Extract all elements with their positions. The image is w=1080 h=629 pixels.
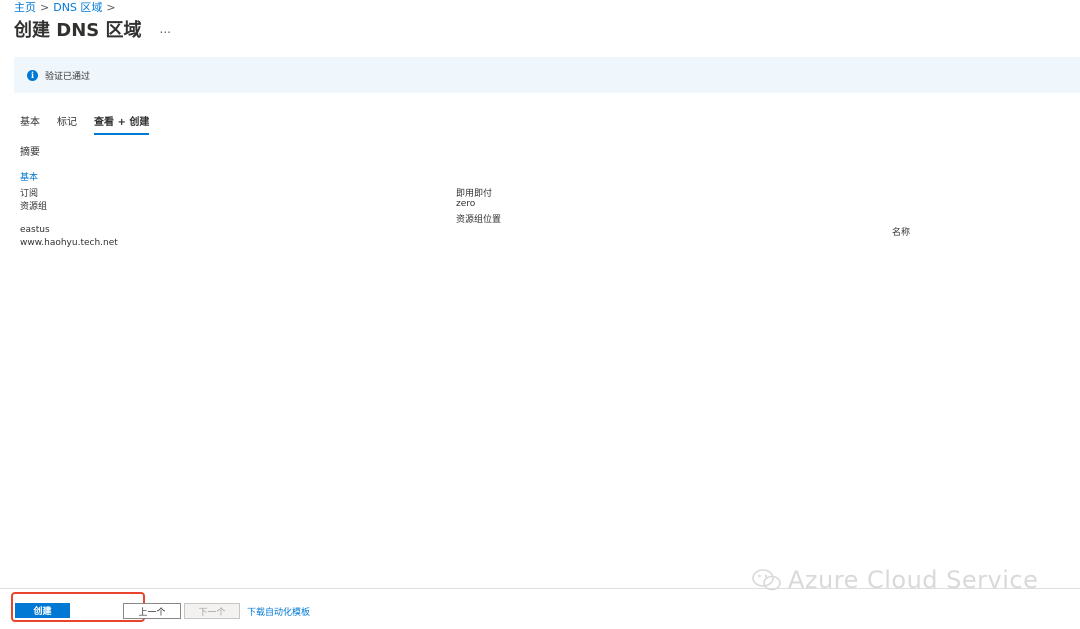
subscription-value: 即用即付 bbox=[456, 189, 493, 199]
title-row: 创建 DNS 区域 ... bbox=[14, 16, 171, 42]
summary-heading: 摘要 bbox=[20, 147, 40, 158]
name-label: 名称 bbox=[892, 228, 911, 238]
wechat-icon bbox=[752, 569, 781, 591]
breadcrumb-separator: > bbox=[40, 0, 50, 14]
next-button: 下一个 bbox=[184, 603, 240, 619]
page-title: 创建 DNS 区域 bbox=[14, 20, 142, 41]
validation-message: 验证已通过 bbox=[45, 71, 91, 82]
info-icon: i bbox=[27, 69, 38, 81]
previous-button[interactable]: 上一个 bbox=[123, 603, 181, 619]
watermark-text: Azure Cloud Service bbox=[788, 566, 1039, 594]
tab-tags[interactable]: 标记 bbox=[57, 113, 77, 135]
tab-bar: 基本 标记 查看 + 创建 bbox=[20, 113, 150, 135]
resource-group-label: 资源组 bbox=[20, 202, 48, 212]
resource-group-location-label: 资源组位置 bbox=[456, 215, 502, 225]
tab-basics[interactable]: 基本 bbox=[20, 113, 40, 135]
breadcrumb-dns-zones[interactable]: DNS 区域 bbox=[53, 0, 102, 15]
breadcrumb-home[interactable]: 主页 bbox=[14, 0, 36, 15]
subscription-label: 订阅 bbox=[20, 189, 39, 199]
name-value: www.haohyu.tech.net bbox=[20, 238, 118, 248]
breadcrumb-separator: > bbox=[106, 0, 116, 14]
breadcrumb: 主页 > DNS 区域 > bbox=[14, 0, 116, 15]
watermark: Azure Cloud Service bbox=[752, 566, 1038, 594]
validation-banner: i 验证已通过 bbox=[14, 57, 1080, 93]
more-options-button[interactable]: ... bbox=[160, 22, 171, 36]
tab-review-create[interactable]: 查看 + 创建 bbox=[94, 113, 150, 135]
download-template-link[interactable]: 下载自动化模板 bbox=[247, 605, 310, 618]
resource-group-value: zero bbox=[456, 199, 476, 209]
location-value: eastus bbox=[20, 225, 50, 235]
section-basics-heading: 基本 bbox=[20, 173, 39, 183]
